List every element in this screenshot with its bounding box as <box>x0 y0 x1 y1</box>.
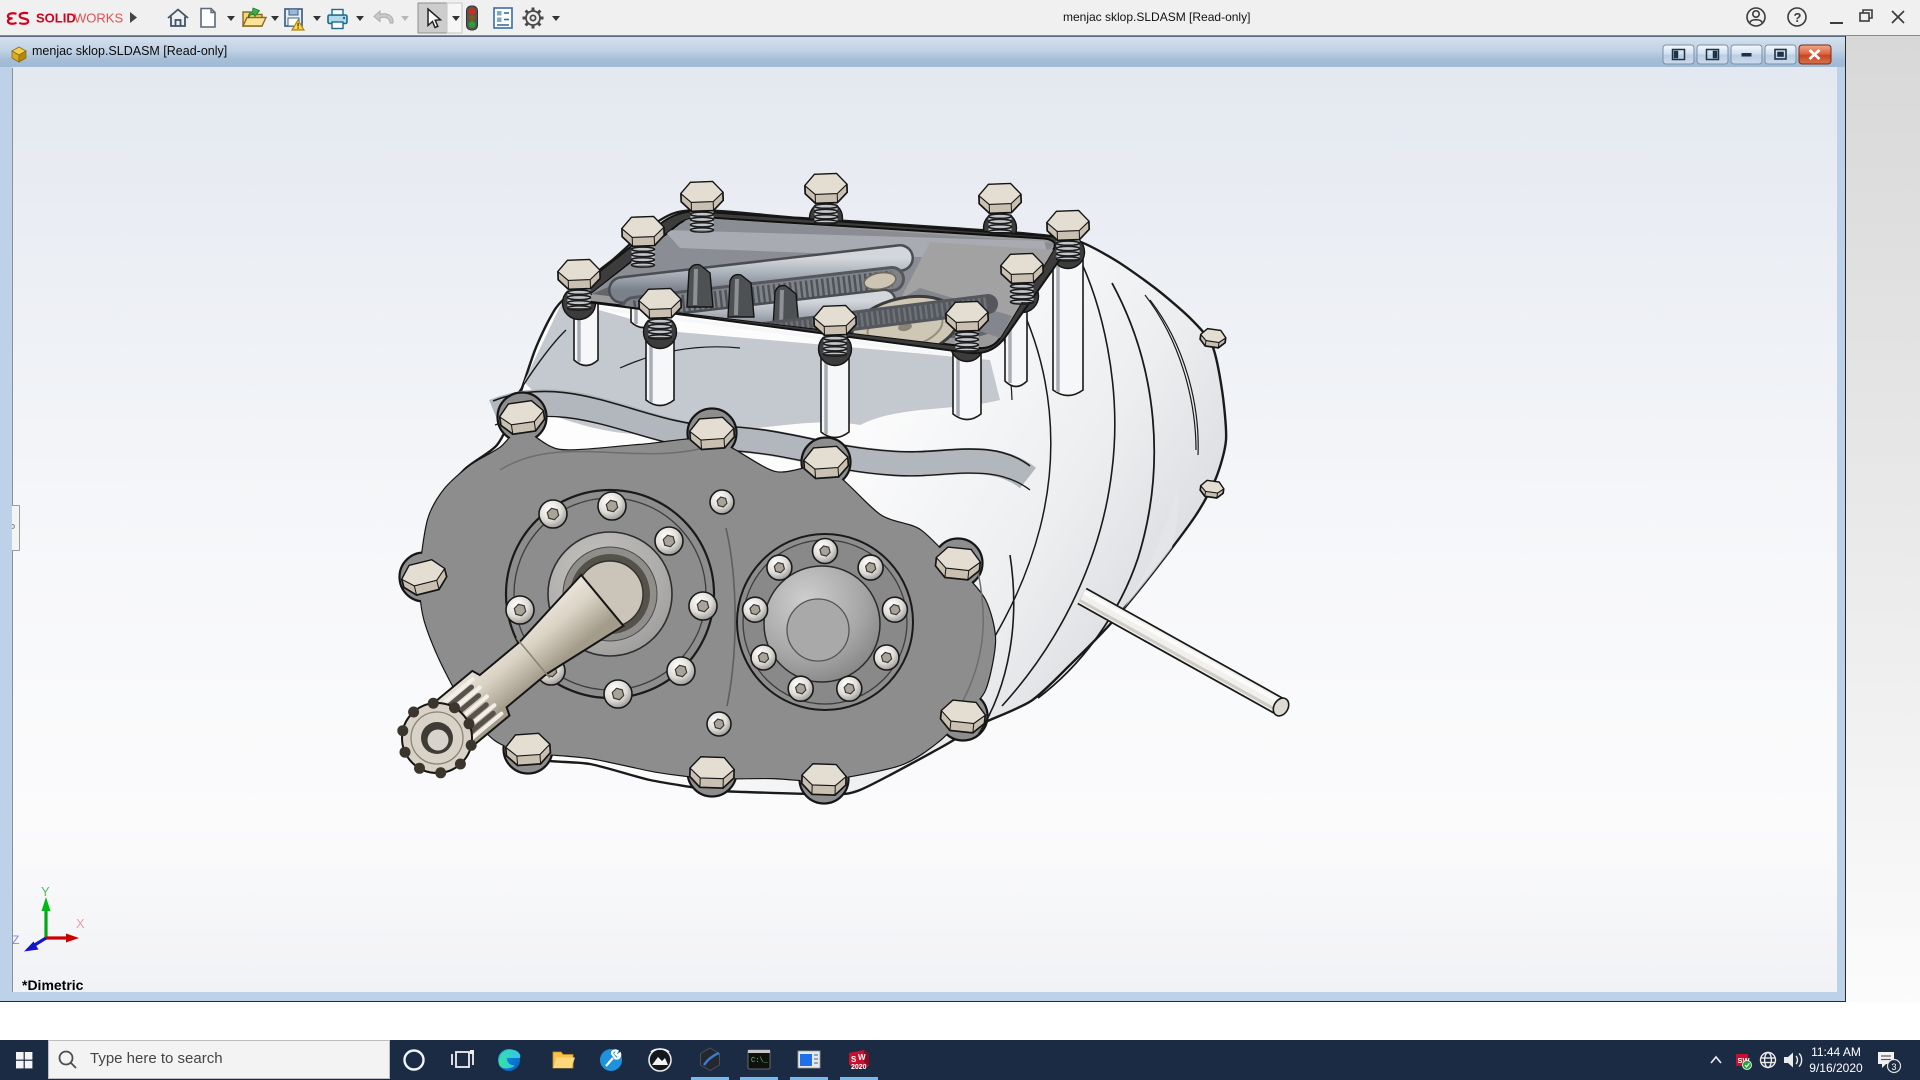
svg-text:S: S <box>851 1055 857 1064</box>
svg-text:C:\_: C:\_ <box>751 1057 769 1065</box>
svg-text:W: W <box>858 1053 866 1062</box>
svg-text:3: 3 <box>1892 1062 1897 1072</box>
svg-text:2020: 2020 <box>851 1064 867 1071</box>
